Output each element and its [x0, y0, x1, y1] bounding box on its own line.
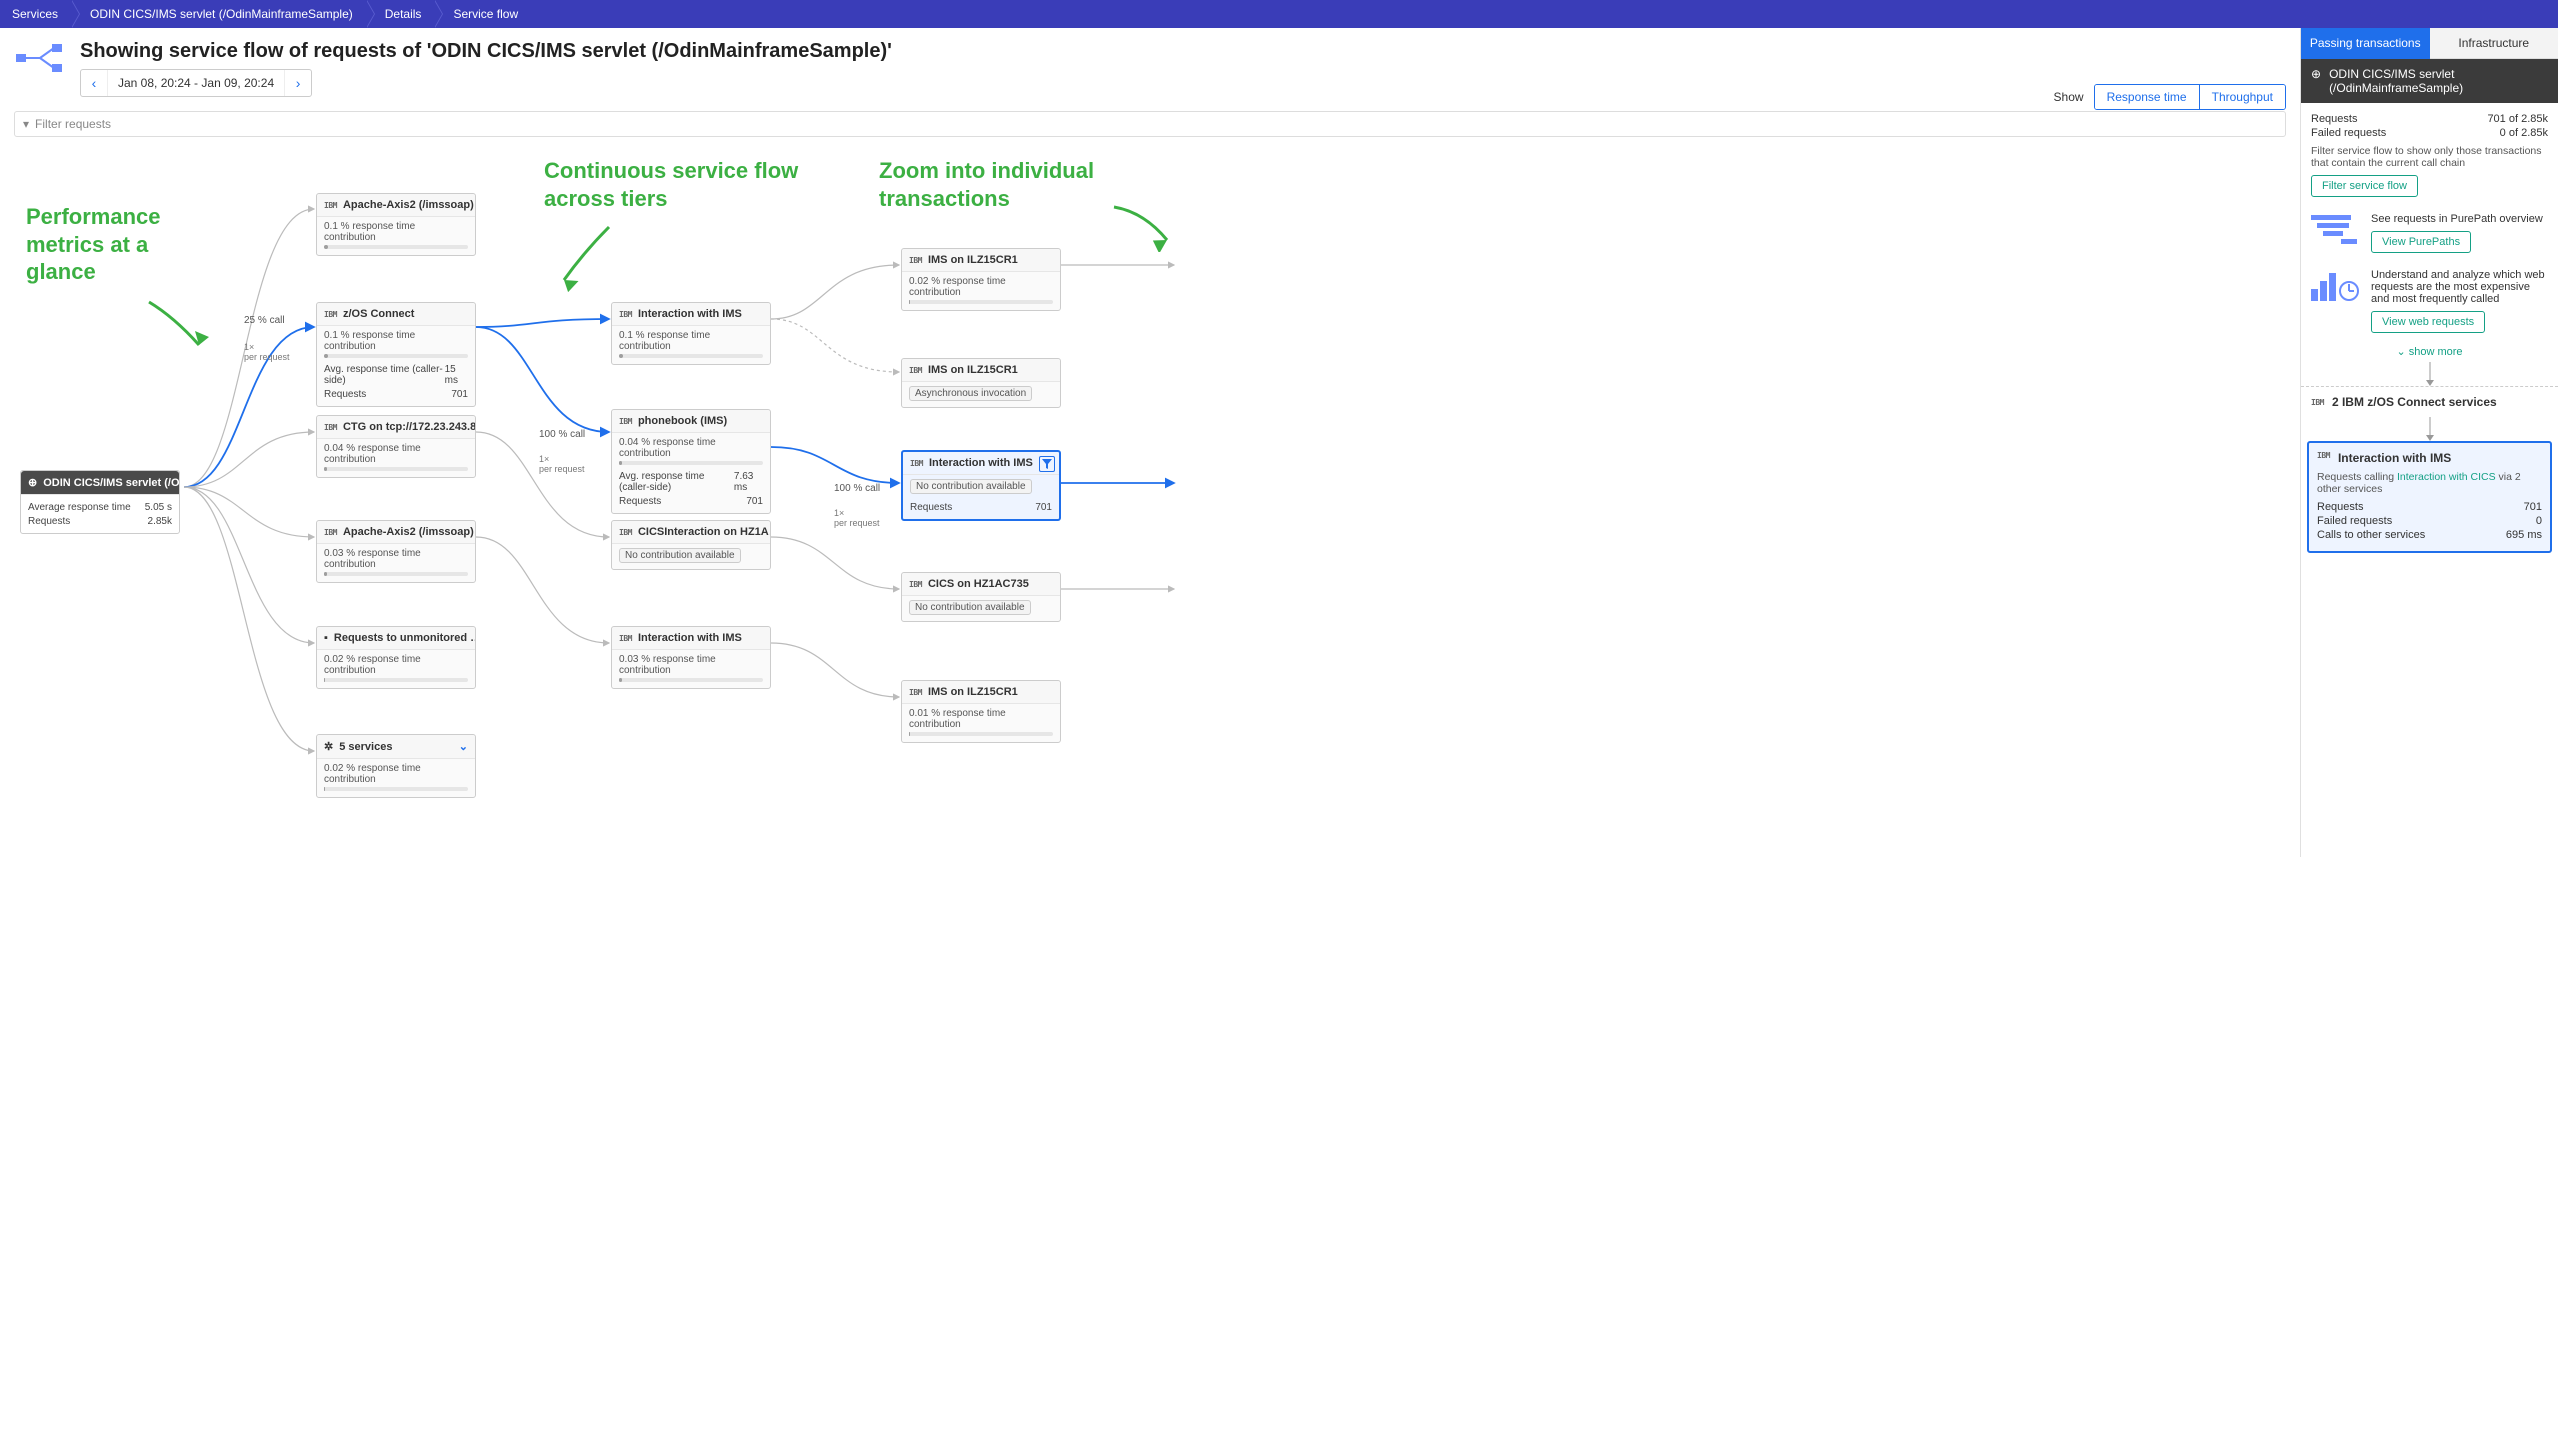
- node-ims-3[interactable]: IBMIMS on ILZ15CR1 0.01 % response time …: [901, 680, 1061, 743]
- time-next-icon[interactable]: ›: [285, 75, 311, 91]
- tier-zos-connect[interactable]: IBM2 IBM z/OS Connect services: [2301, 386, 2558, 417]
- tab-passing-transactions[interactable]: Passing transactions: [2301, 28, 2430, 59]
- purepath-icon: [2311, 213, 2361, 252]
- side-service-header: ⊕ ODIN CICS/IMS servlet (/OdinMainframeS…: [2301, 59, 2558, 103]
- node-root-odin-servlet[interactable]: ⊕ODIN CICS/IMS servlet (/O… Average resp…: [20, 470, 180, 534]
- page-title: Showing service flow of requests of 'ODI…: [80, 40, 2286, 63]
- web-requests-icon: [2311, 269, 2361, 308]
- chevron-down-icon[interactable]: ⌄: [459, 740, 468, 753]
- side-panel: Passing transactions Infrastructure ⊕ OD…: [2300, 28, 2558, 857]
- interaction-cics-link[interactable]: Interaction with CICS: [2397, 471, 2496, 483]
- services-icon: ✲: [324, 740, 333, 753]
- node-5-services[interactable]: ✲5 services⌄ 0.02 % response time contri…: [316, 734, 476, 798]
- node-ims-1[interactable]: IBMIMS on ILZ15CR1 0.02 % response time …: [901, 248, 1061, 311]
- breadcrumb-details[interactable]: Details: [377, 0, 436, 28]
- tab-infrastructure[interactable]: Infrastructure: [2430, 28, 2558, 59]
- edge-label-25pct: 25 % call: [244, 315, 290, 326]
- seg-response-time[interactable]: Response time: [2095, 85, 2199, 109]
- edge-label-100pct-1: 100 % call: [539, 429, 585, 440]
- node-ctg-tcp[interactable]: IBMCTG on tcp://172.23.243.82… 0.04 % re…: [316, 415, 476, 478]
- edge-label-100pct-2: 100 % call: [834, 483, 880, 494]
- time-range-picker[interactable]: ‹ Jan 08, 20:24 - Jan 09, 20:24 ›: [80, 69, 312, 97]
- breadcrumb-services[interactable]: Services: [4, 0, 72, 28]
- node-cics-interaction[interactable]: IBMCICSInteraction on HZ1A… No contribut…: [611, 520, 771, 570]
- globe-icon: ⊕: [28, 476, 37, 489]
- filter-icon: ▾: [23, 117, 29, 131]
- node-interaction-ims-2[interactable]: IBMInteraction with IMS 0.03 % response …: [611, 626, 771, 689]
- show-more-link[interactable]: ⌄ show more: [2301, 341, 2558, 362]
- breadcrumb: Services ODIN CICS/IMS servlet (/OdinMai…: [0, 0, 2558, 28]
- filter-requests-input[interactable]: ▾ Filter requests: [14, 111, 2286, 137]
- breadcrumb-service-name[interactable]: ODIN CICS/IMS servlet (/OdinMainframeSam…: [82, 0, 367, 28]
- node-interaction-ims-selected[interactable]: IBMInteraction with IMS No contribution …: [901, 450, 1061, 521]
- node-cics-hz1ac735[interactable]: IBMCICS on HZ1AC735 No contribution avai…: [901, 572, 1061, 622]
- side-webreq-text: Understand and analyze which web request…: [2371, 269, 2548, 305]
- side-purepath-text: See requests in PurePath overview: [2371, 213, 2543, 225]
- node-unmonitored[interactable]: ▪Requests to unmonitored … 0.02 % respon…: [316, 626, 476, 689]
- service-flow-icon: [14, 38, 66, 78]
- view-web-requests-button[interactable]: View web requests: [2371, 311, 2485, 333]
- node-phonebook-ims[interactable]: IBMphonebook (IMS) 0.04 % response time …: [611, 409, 771, 514]
- node-apache-axis2-2[interactable]: IBMApache-Axis2 (/imssoap) 0.03 % respon…: [316, 520, 476, 583]
- show-segmented: Response time Throughput: [2094, 84, 2286, 110]
- host-icon: ▪: [324, 632, 328, 644]
- show-label: Show: [2054, 90, 2084, 104]
- node-interaction-ims-1[interactable]: IBMInteraction with IMS 0.1 % response t…: [611, 302, 771, 365]
- time-range-label: Jan 08, 20:24 - Jan 09, 20:24: [107, 70, 285, 96]
- node-zos-connect[interactable]: IBMz/OS Connect 0.1 % response time cont…: [316, 302, 476, 407]
- tier-interaction-ims[interactable]: IBMInteraction with IMS Requests calling…: [2307, 441, 2552, 553]
- side-hint-filter: Filter service flow to show only those t…: [2311, 145, 2548, 169]
- view-purepaths-button[interactable]: View PurePaths: [2371, 231, 2471, 253]
- node-ims-async[interactable]: IBMIMS on ILZ15CR1 Asynchronous invocati…: [901, 358, 1061, 408]
- breadcrumb-service-flow[interactable]: Service flow: [445, 0, 532, 28]
- node-apache-axis2-1[interactable]: IBMApache-Axis2 (/imssoap) 0.1 % respons…: [316, 193, 476, 256]
- filter-funnel-icon[interactable]: [1039, 456, 1055, 472]
- filter-service-flow-button[interactable]: Filter service flow: [2311, 175, 2418, 197]
- globe-icon: ⊕: [2311, 67, 2321, 81]
- time-prev-icon[interactable]: ‹: [81, 75, 107, 91]
- seg-throughput[interactable]: Throughput: [2199, 85, 2285, 109]
